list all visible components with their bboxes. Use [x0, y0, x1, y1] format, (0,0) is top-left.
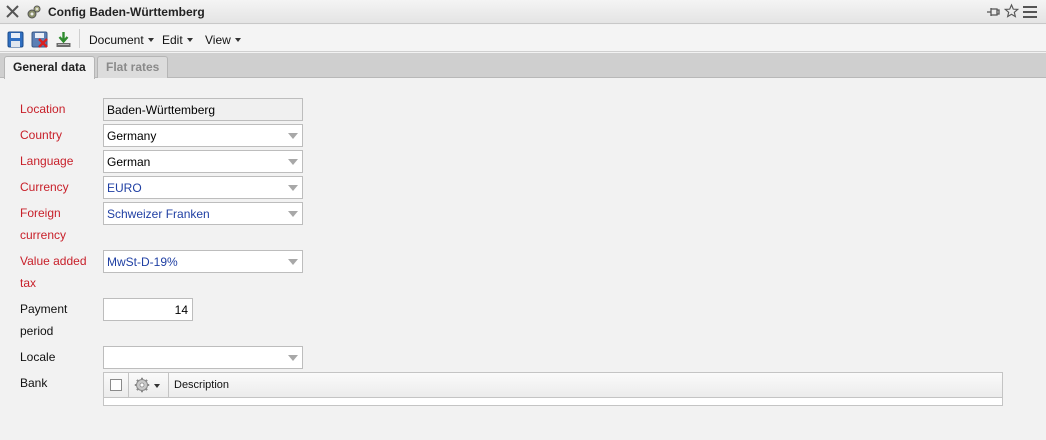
document-menu-label: Document [89, 33, 144, 47]
language-label: Language [20, 154, 74, 168]
chevron-down-icon[interactable] [154, 384, 160, 388]
menu-icon[interactable] [1022, 4, 1038, 20]
gear-icon[interactable] [134, 377, 150, 393]
country-select[interactable]: Germany [103, 124, 303, 147]
country-label: Country [20, 128, 63, 142]
chevron-down-icon [186, 38, 193, 42]
bank-grid-header: Description [104, 373, 1002, 398]
pin-icon[interactable] [985, 4, 1001, 20]
description-column-header[interactable]: Description [174, 379, 229, 391]
select-all-checkbox[interactable] [110, 379, 122, 391]
language-select[interactable]: German [103, 150, 303, 173]
bank-label: Bank [20, 376, 48, 390]
payment-period-label-line1: Payment [20, 302, 68, 316]
tab-general-data[interactable]: General data [4, 56, 95, 79]
payment-period-label-line2: period [20, 324, 54, 338]
edit-menu[interactable]: Edit [162, 33, 193, 47]
window-title: Config Baden-Württemberg [48, 5, 205, 19]
foreign-currency-label-line2: currency [20, 228, 67, 242]
locale-label: Locale [20, 350, 56, 364]
language-value: German [107, 155, 151, 169]
download-icon[interactable] [55, 31, 72, 48]
star-icon[interactable] [1004, 3, 1019, 19]
locale-select[interactable] [103, 346, 303, 369]
save-icon[interactable] [7, 31, 24, 48]
chevron-down-icon[interactable] [288, 259, 298, 265]
vat-value[interactable]: MwSt-D-19% [107, 255, 178, 269]
toolbar: Document Edit View [0, 25, 1046, 52]
view-menu[interactable]: View [205, 33, 241, 47]
close-icon[interactable] [5, 4, 20, 19]
column-divider [168, 373, 169, 398]
vat-label-line2: tax [20, 276, 37, 290]
currency-label: Currency [20, 180, 69, 194]
chevron-down-icon [147, 38, 154, 42]
currency-value[interactable]: EURO [107, 181, 142, 195]
foreign-currency-value[interactable]: Schweizer Franken [107, 207, 210, 221]
chevron-down-icon [234, 38, 241, 42]
chevron-down-icon[interactable] [288, 185, 298, 191]
edit-menu-label: Edit [162, 33, 183, 47]
chevron-down-icon[interactable] [288, 159, 298, 165]
config-icon [27, 5, 41, 19]
tab-flat-rates[interactable]: Flat rates [97, 56, 169, 78]
document-menu[interactable]: Document [89, 33, 154, 47]
chevron-down-icon[interactable] [288, 133, 298, 139]
title-bar: Config Baden-Württemberg [0, 0, 1046, 24]
toolbar-separator [79, 29, 80, 48]
delete-icon[interactable] [31, 31, 48, 48]
view-menu-label: View [205, 33, 231, 47]
tab-strip: General data Flat rates [0, 53, 1046, 79]
chevron-down-icon[interactable] [288, 211, 298, 217]
chevron-down-icon[interactable] [288, 355, 298, 361]
bank-grid: Description [103, 372, 1003, 406]
payment-period-value: 14 [174, 303, 188, 317]
location-field[interactable]: Baden-Württemberg [103, 98, 303, 121]
currency-select[interactable]: EURO [103, 176, 303, 199]
country-value: Germany [107, 129, 157, 143]
foreign-currency-select[interactable]: Schweizer Franken [103, 202, 303, 225]
location-label: Location [20, 102, 66, 116]
payment-period-input[interactable]: 14 [103, 298, 193, 321]
column-divider [128, 373, 129, 398]
location-value: Baden-Württemberg [107, 103, 216, 117]
foreign-currency-label-line1: Foreign [20, 206, 61, 220]
vat-label-line1: Value added [20, 254, 87, 268]
vat-select[interactable]: MwSt-D-19% [103, 250, 303, 273]
